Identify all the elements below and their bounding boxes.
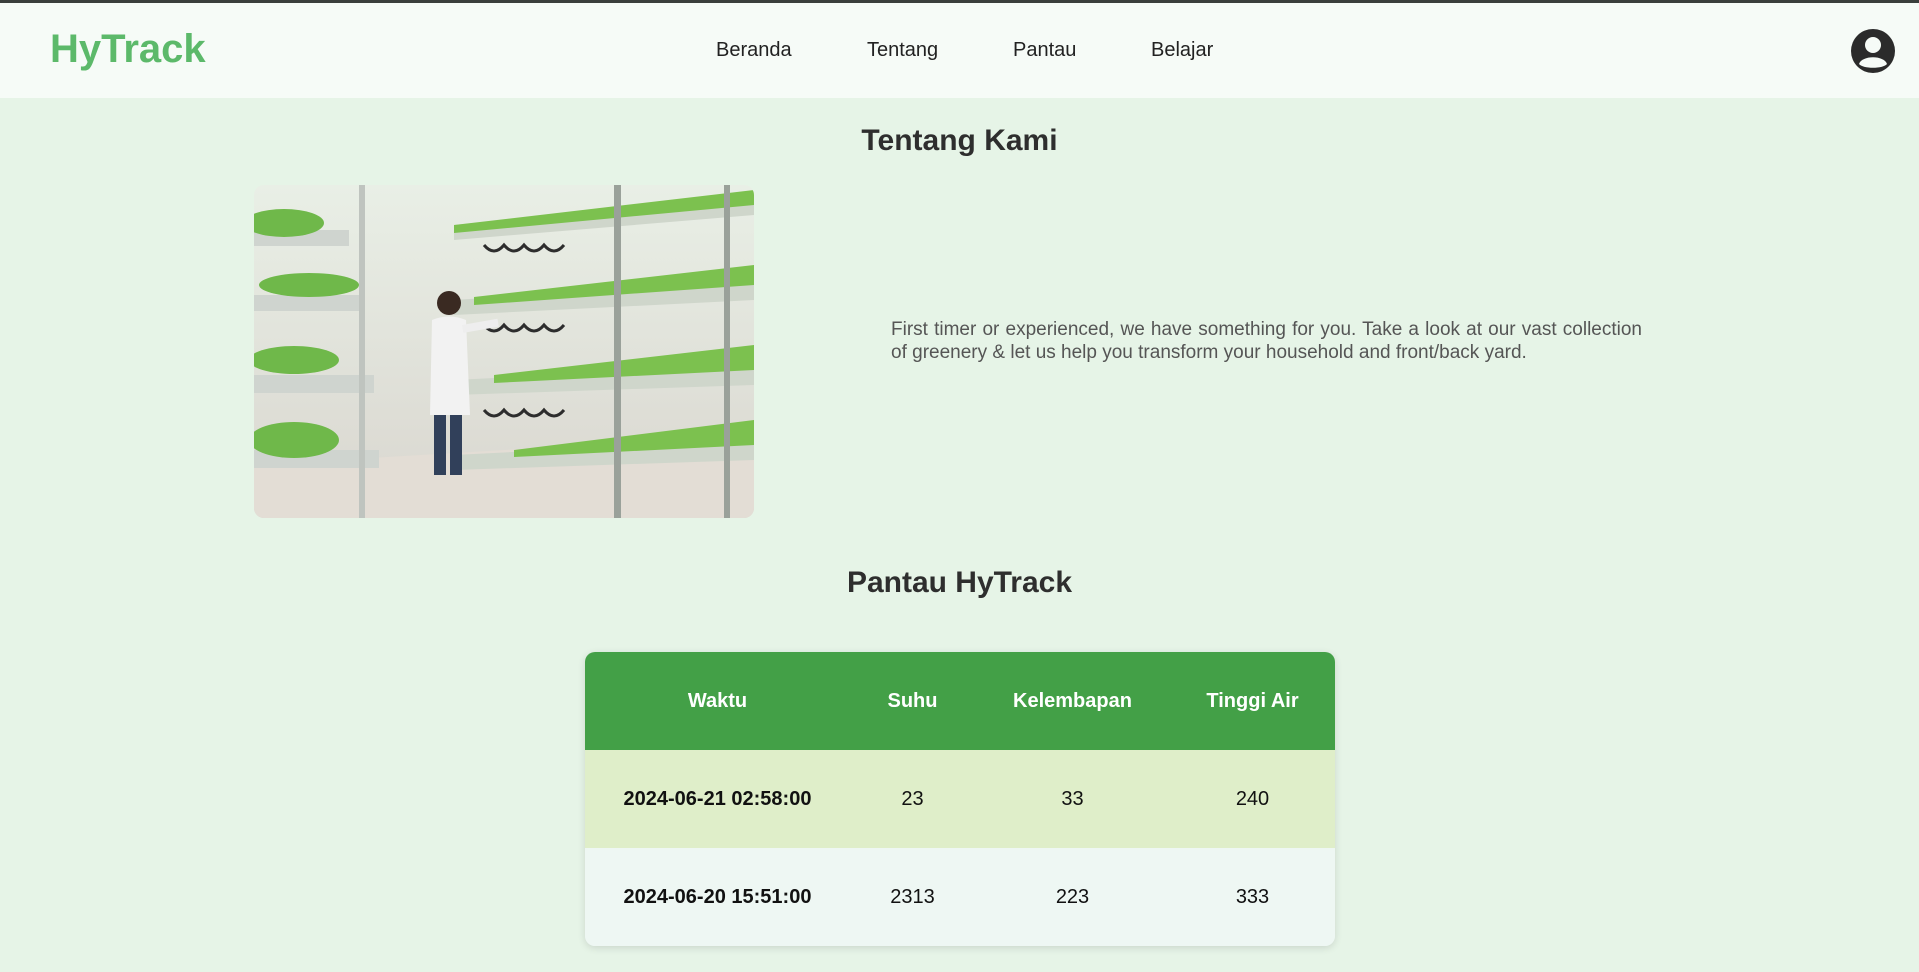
main-nav: Beranda Tentang Pantau Belajar xyxy=(0,3,1919,98)
about-text: First timer or experienced, we have some… xyxy=(891,319,1642,363)
cell-suhu: 2313 xyxy=(890,885,935,908)
table-row: 2024-06-21 02:58:00 23 33 240 xyxy=(585,750,1335,848)
cell-kelembapan: 33 xyxy=(1061,787,1084,810)
cell-waktu: 2024-06-21 02:58:00 xyxy=(623,787,812,810)
monitor-title: Pantau HyTrack xyxy=(846,566,1073,599)
nav-item-beranda[interactable]: Beranda xyxy=(716,39,792,62)
table-header-row: Waktu Suhu Kelembapan Tinggi Air xyxy=(585,652,1335,750)
nav-item-pantau[interactable]: Pantau xyxy=(1013,39,1076,62)
cell-tinggi-air: 240 xyxy=(1235,787,1270,810)
user-circle-icon[interactable] xyxy=(1850,28,1896,74)
column-header-tinggi-air: Tinggi Air xyxy=(1206,689,1299,712)
monitor-table: Waktu Suhu Kelembapan Tinggi Air 2024-06… xyxy=(585,652,1335,946)
column-header-kelembapan: Kelembapan xyxy=(1013,689,1132,712)
nav-item-tentang[interactable]: Tentang xyxy=(867,39,938,62)
table-row: 2024-06-20 15:51:00 2313 223 333 xyxy=(585,848,1335,946)
nav-item-belajar[interactable]: Belajar xyxy=(1151,39,1213,62)
cell-waktu: 2024-06-20 15:51:00 xyxy=(623,885,812,908)
column-header-suhu: Suhu xyxy=(887,689,938,712)
hydroponic-farm-photo xyxy=(254,185,754,518)
cell-kelembapan: 223 xyxy=(1055,885,1090,908)
column-header-waktu: Waktu xyxy=(687,689,748,712)
navbar: HyTrack Beranda Tentang Pantau Belajar xyxy=(0,3,1919,98)
cell-suhu: 23 xyxy=(901,787,924,810)
about-title: Tentang Kami xyxy=(861,124,1058,157)
cell-tinggi-air: 333 xyxy=(1235,885,1270,908)
